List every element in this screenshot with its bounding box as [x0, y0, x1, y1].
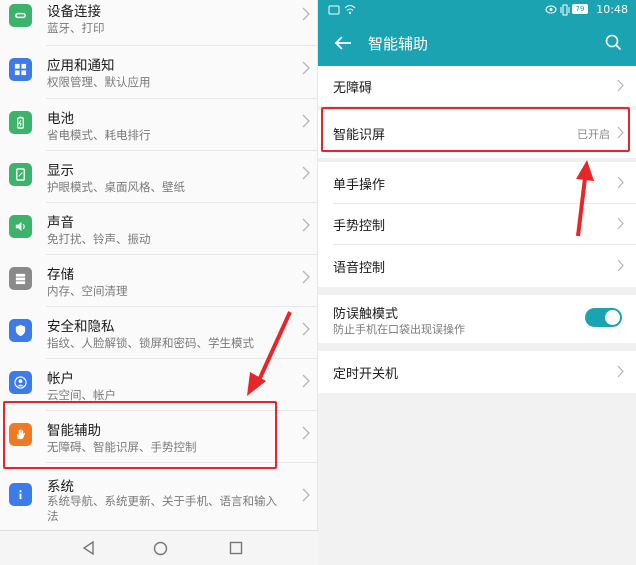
accidental-touch-toggle[interactable] [585, 308, 622, 327]
highlight-box-smart-assistance [3, 401, 277, 469]
settings-item-subtitle: 护眼模式、桌面风格、壁纸 [47, 180, 185, 194]
chevron-right-icon [617, 217, 624, 230]
chevron-right-icon [302, 218, 310, 232]
search-icon[interactable] [605, 34, 622, 51]
settings-item-subtitle: 蓝牙、打印 [47, 21, 105, 35]
section-gap [318, 343, 636, 351]
settings-list-panel: 设备连接 蓝牙、打印 应用和通知 权限管理、默认应用 电池 省电模式、耗电排行 [0, 0, 318, 565]
menu-item-accessibility[interactable]: 无障碍 [318, 66, 636, 106]
status-bar: 79 10:48 [318, 0, 636, 20]
empty-area [318, 393, 636, 565]
apps-grid-icon [9, 58, 32, 81]
settings-item-title: 显示 [47, 163, 74, 179]
settings-item-security-privacy[interactable]: 安全和隐私 指纹、人脸解锁、锁屏和密码、学生模式 [0, 307, 318, 359]
display-icon [9, 163, 32, 186]
chevron-right-icon [302, 374, 310, 388]
chevron-right-icon [302, 426, 310, 440]
settings-item-battery[interactable]: 电池 省电模式、耗电排行 [0, 99, 318, 151]
settings-item-title: 应用和通知 [47, 58, 115, 74]
recents-square-icon[interactable] [229, 541, 243, 555]
speaker-icon [9, 215, 32, 238]
chevron-right-icon [617, 79, 624, 92]
settings-item-display[interactable]: 显示 护眼模式、桌面风格、壁纸 [0, 151, 318, 203]
chevron-right-icon [302, 114, 310, 128]
menu-item-label: 语音控制 [333, 261, 386, 276]
settings-item-system[interactable]: 系统 系统导航、系统更新、关于手机、语言和输入 法 [0, 463, 318, 529]
chevron-right-icon [617, 176, 624, 189]
menu-item-one-handed[interactable]: 单手操作 [318, 162, 636, 203]
menu-item-gesture-control[interactable]: 手势控制 [318, 204, 636, 244]
chevron-right-icon [302, 61, 310, 75]
menu-item-label: 无障碍 [333, 81, 373, 96]
section-gap [318, 287, 636, 295]
settings-item-title: 系统 [47, 479, 74, 495]
settings-item-title: 帐户 [47, 371, 74, 387]
menu-item-label: 手势控制 [333, 219, 386, 234]
settings-item-title: 声音 [47, 215, 74, 231]
page-title: 智能辅助 [368, 35, 429, 53]
app-bar: 智能辅助 [318, 20, 636, 66]
chevron-right-icon [302, 488, 310, 502]
vibrate-icon [560, 4, 570, 16]
settings-item-subtitle: 指纹、人脸解锁、锁屏和密码、学生模式 [47, 336, 254, 350]
wifi-icon [344, 5, 356, 15]
menu-item-label: 防误触模式 [333, 307, 399, 322]
home-circle-icon[interactable] [153, 541, 168, 556]
menu-item-accidental-touch[interactable]: 防误触模式 防止手机在口袋出现误操作 [318, 295, 636, 343]
chevron-right-icon [302, 7, 310, 21]
menu-item-label: 定时开关机 [333, 367, 399, 382]
chevron-right-icon [302, 270, 310, 284]
navigation-bar [0, 530, 318, 565]
settings-item-apps-notifications[interactable]: 应用和通知 权限管理、默认应用 [0, 46, 318, 98]
settings-item-title: 安全和隐私 [47, 319, 115, 335]
back-triangle-icon[interactable] [82, 541, 95, 555]
shield-icon [9, 319, 32, 342]
eye-comfort-icon [545, 5, 557, 14]
smart-assistance-panel: 79 10:48 智能辅助 无障碍 智能识屏 已开启 单手操作 手势控制 语音控… [318, 0, 636, 565]
battery-level: 79 [572, 4, 588, 14]
menu-item-scheduled-power[interactable]: 定时开关机 [318, 351, 636, 393]
settings-item-subtitle: 免打扰、铃声、振动 [47, 232, 151, 246]
back-arrow-icon[interactable] [334, 35, 352, 51]
settings-item-subtitle: 权限管理、默认应用 [47, 75, 151, 89]
storage-icon [9, 267, 32, 290]
settings-item-subtitle: 系统导航、系统更新、关于手机、语言和输入 [47, 494, 277, 508]
menu-item-label: 单手操作 [333, 178, 386, 193]
chevron-right-icon [617, 365, 624, 378]
highlight-box-smart-screen-recognition [321, 107, 630, 152]
notification-icon [328, 5, 340, 15]
settings-item-title: 存储 [47, 267, 74, 283]
chevron-right-icon [302, 166, 310, 180]
menu-item-voice-control[interactable]: 语音控制 [318, 245, 636, 287]
settings-item-sound[interactable]: 声音 免打扰、铃声、振动 [0, 203, 318, 255]
menu-item-subtitle: 防止手机在口袋出现误操作 [333, 323, 465, 336]
settings-item-subtitle: 内存、空间清理 [47, 284, 128, 298]
toggle-knob [605, 310, 620, 325]
settings-item-title: 电池 [47, 111, 74, 127]
status-time: 10:48 [596, 3, 628, 16]
settings-item-title: 设备连接 [47, 4, 101, 20]
chevron-right-icon [302, 322, 310, 336]
settings-item-storage[interactable]: 存储 内存、空间清理 [0, 255, 318, 307]
link-icon [9, 4, 32, 27]
person-icon [9, 371, 32, 394]
screenshot-composite: 设备连接 蓝牙、打印 应用和通知 权限管理、默认应用 电池 省电模式、耗电排行 [0, 0, 636, 565]
info-icon [9, 483, 32, 506]
settings-item-subtitle: 省电模式、耗电排行 [47, 128, 151, 142]
chevron-right-icon [617, 259, 624, 272]
settings-item-device-connection[interactable]: 设备连接 蓝牙、打印 [0, 0, 318, 44]
settings-item-subtitle-continued: 法 [47, 509, 59, 523]
battery-icon [9, 111, 32, 134]
